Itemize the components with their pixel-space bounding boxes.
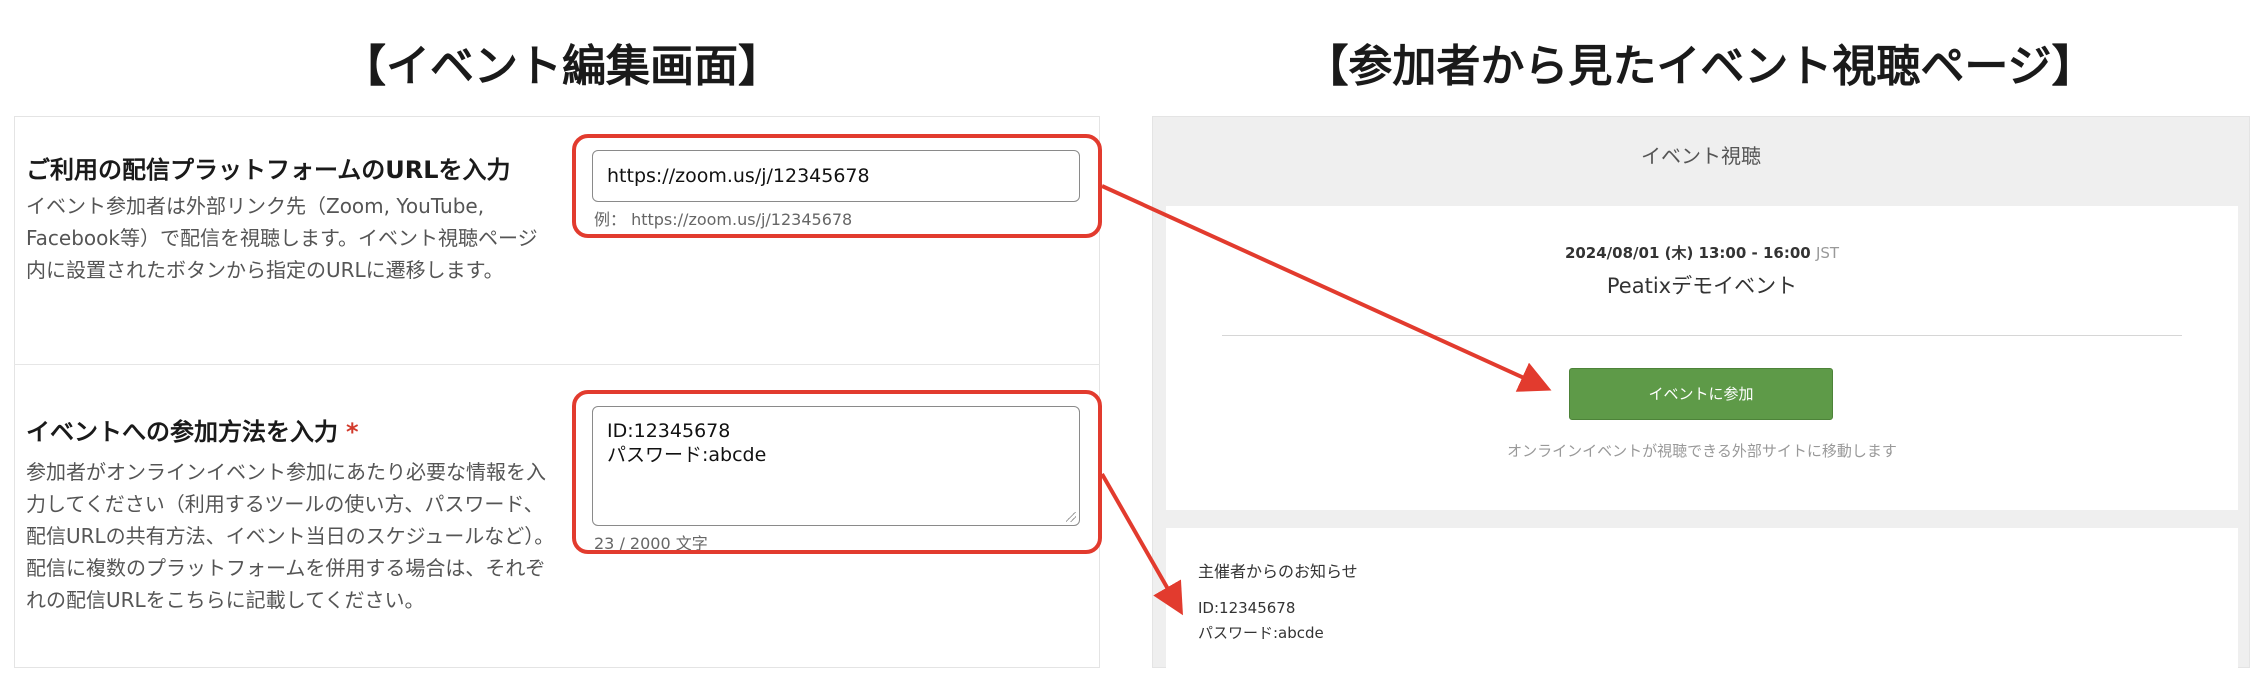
connector-arrows bbox=[1100, 184, 1552, 616]
url-to-button-arrow bbox=[1101, 184, 1552, 392]
method-to-notice-arrow bbox=[1100, 473, 1183, 616]
